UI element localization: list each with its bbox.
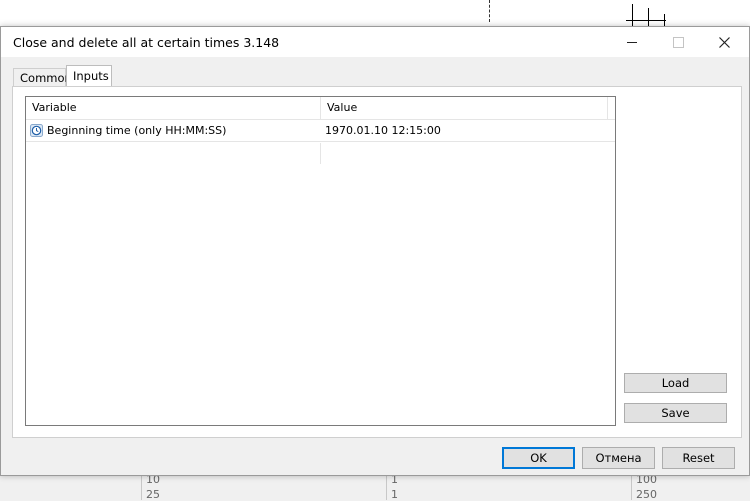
chart-candle	[626, 20, 666, 21]
background-column-divider	[386, 474, 387, 500]
value-cell[interactable]: 1970.01.10 12:15:00	[325, 120, 441, 141]
variable-name: Beginning time (only HH:MM:SS)	[47, 124, 227, 137]
ok-button[interactable]: OK	[502, 447, 575, 469]
chart-dashed-line	[489, 0, 490, 22]
maximize-button	[655, 27, 701, 57]
title-bar[interactable]: Close and delete all at certain times 3.…	[1, 27, 749, 57]
background-cell: 250	[636, 488, 657, 501]
column-header-variable[interactable]: Variable	[26, 97, 321, 119]
reset-button[interactable]: Reset	[662, 447, 735, 469]
table-row[interactable]: Beginning time (only HH:MM:SS) 1970.01.1…	[26, 120, 615, 164]
tab-common[interactable]: Common	[13, 68, 72, 88]
cancel-button[interactable]: Отмена	[582, 447, 655, 469]
minimize-icon	[627, 41, 637, 43]
properties-dialog: Close and delete all at certain times 3.…	[0, 26, 750, 476]
variable-cell[interactable]: Beginning time (only HH:MM:SS)	[30, 120, 316, 141]
column-header-value[interactable]: Value	[321, 97, 608, 119]
maximize-icon	[672, 36, 684, 48]
close-icon	[718, 36, 730, 48]
column-divider	[320, 143, 321, 164]
tab-inputs[interactable]: Inputs	[66, 65, 112, 88]
clock-icon	[30, 124, 43, 137]
inputs-panel: Variable Value Beginning time (only HH:M…	[12, 86, 742, 438]
table-header: Variable Value	[26, 97, 615, 120]
chart-candle	[648, 8, 649, 26]
background-column-divider	[141, 474, 142, 500]
save-button[interactable]: Save	[624, 403, 727, 423]
window-title: Close and delete all at certain times 3.…	[13, 35, 280, 50]
close-button[interactable]	[701, 27, 747, 57]
minimize-button[interactable]	[609, 27, 655, 57]
load-button[interactable]: Load	[624, 373, 727, 393]
background-cell: 25	[146, 488, 160, 501]
background-cell: 1	[391, 488, 398, 501]
chart-candle	[632, 4, 633, 26]
inputs-table: Variable Value Beginning time (only HH:M…	[25, 96, 616, 426]
background-column-divider	[631, 474, 632, 500]
